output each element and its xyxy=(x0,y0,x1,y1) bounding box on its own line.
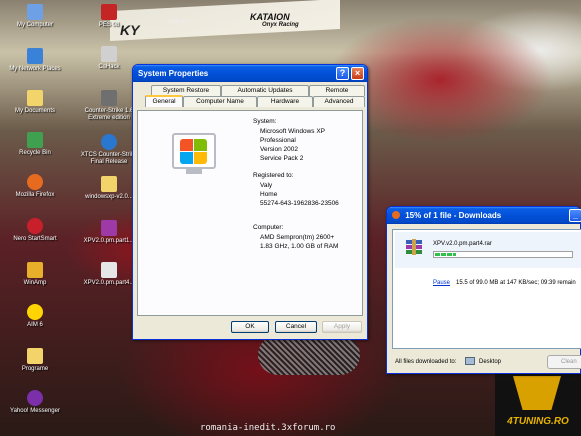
logo-green-icon xyxy=(194,139,207,151)
firefox-icon xyxy=(27,174,43,190)
window-title: System Properties xyxy=(138,69,209,78)
computer-line-1: AMD Sempron(tm) 2600+ xyxy=(260,234,335,241)
tab-general[interactable]: General xyxy=(145,95,183,107)
desktop-icon-rar-part1[interactable]: XPV2.0.pm.part1... xyxy=(78,220,140,245)
desktop-icon-aim[interactable]: AIM 6 xyxy=(4,304,66,329)
clean-up-label: Clean xyxy=(561,359,577,365)
pause-download-link[interactable]: Pause xyxy=(433,280,450,286)
folder-icon xyxy=(27,348,43,364)
minimize-button[interactable]: _ xyxy=(569,209,581,222)
nero-icon xyxy=(27,218,43,234)
cs-icon xyxy=(101,90,117,106)
rar-icon xyxy=(405,238,423,256)
desktop-icon-nero[interactable]: Nero StartSmart xyxy=(4,218,66,243)
desktop-icon-recycle-bin[interactable]: Recycle Bin xyxy=(4,132,66,157)
car-grille xyxy=(258,335,360,375)
wallpaper-torrente: torente xyxy=(168,18,189,25)
windows-xp-logo-icon xyxy=(172,133,216,174)
aim-icon xyxy=(27,304,43,320)
list-item[interactable]: XPV.v2.0.pm.part4.rar Ca xyxy=(395,232,581,268)
registered-heading: Registered to: xyxy=(253,172,294,179)
firefox-icon xyxy=(392,211,400,219)
desktop-icon-network[interactable]: My Network Places xyxy=(4,48,66,73)
tabs-bottom-row: General Computer Name Hardware Advanced xyxy=(137,95,365,107)
cancel-button[interactable]: Cancel xyxy=(275,321,317,333)
computer-line-2: 1.83 GHz, 1.00 GB of RAM xyxy=(260,243,339,250)
system-line-2: Professional xyxy=(260,137,296,144)
cshack-icon xyxy=(101,46,117,62)
download-filename: XPV.v2.0.pm.part4.rar xyxy=(433,241,492,247)
rar-icon xyxy=(101,220,117,236)
desktop-icon-programe[interactable]: Programe xyxy=(4,348,66,373)
logo-blue-icon xyxy=(180,152,193,164)
apply-button[interactable]: Apply xyxy=(322,321,362,333)
desktop-icon-counter-strike[interactable]: Counter-Strike 1.6 Extreme edition xyxy=(78,90,140,122)
wallpaper-brand-sub: Onyx Racing xyxy=(262,22,299,28)
logo-red-icon xyxy=(180,139,193,151)
system-line-3: Version 2002 xyxy=(260,146,298,153)
system-heading: System: xyxy=(253,118,277,125)
network-icon xyxy=(27,48,43,64)
downloads-window: 15% of 1 file - Downloads _ XPV.v2.0.pm.… xyxy=(386,206,581,374)
tab-automatic-updates[interactable]: Automatic Updates xyxy=(221,85,309,96)
desktop-icon-cshack[interactable]: CsHack xyxy=(78,46,140,71)
tab-computer-name[interactable]: Computer Name xyxy=(183,96,257,107)
system-properties-window: System Properties ? × System Restore Aut… xyxy=(132,64,368,340)
watermark-url: romania-inedit.3xforum.ro xyxy=(200,423,336,433)
download-status: 15.5 of 99.0 MB at 147 KB/sec; 09:39 rem… xyxy=(456,280,576,286)
download-folder-name[interactable]: Desktop xyxy=(479,359,501,365)
registered-line-2: Home xyxy=(260,191,278,198)
desktop-icon-winamp[interactable]: WinAmp xyxy=(4,262,66,287)
my-computer-icon xyxy=(27,4,43,20)
download-progress-fill xyxy=(435,253,456,256)
desktop-icon-my-computer[interactable]: My Computer xyxy=(4,4,66,29)
desktop-icon-yahoo[interactable]: Yahoo! Messenger xyxy=(4,390,66,415)
registered-line-1: Valy xyxy=(260,182,273,189)
desktop-icon-rar-part4[interactable]: XPV2.0.pm.part4... xyxy=(78,262,140,287)
winamp-icon xyxy=(27,262,43,278)
computer-heading: Computer: xyxy=(253,224,284,231)
downloads-title: 15% of 1 file - Downloads xyxy=(405,211,502,220)
desktop-icon-xtcs[interactable]: XTCS Counter-Strike Final Release xyxy=(78,134,140,166)
tab-advanced[interactable]: Advanced xyxy=(313,96,365,107)
downloads-list: XPV.v2.0.pm.part4.rar Ca Pause 15.5 of 9… xyxy=(392,229,581,349)
system-line-1: Microsoft Windows XP xyxy=(260,128,326,135)
logo-yellow-icon xyxy=(194,152,207,164)
monitor-stand xyxy=(186,169,202,174)
download-folder-label: All files downloaded to: xyxy=(395,359,457,365)
recycle-bin-icon xyxy=(27,132,43,148)
desktop-folder-icon xyxy=(465,357,475,365)
clean-up-button[interactable]: Clean xyxy=(547,355,581,369)
desktop-icon-documents[interactable]: My Documents xyxy=(4,90,66,115)
download-progress-bar xyxy=(433,251,573,258)
registered-line-3: 55274-643-1962836-23506 xyxy=(260,200,339,207)
document-icon xyxy=(101,262,117,278)
wallpaper-brand: KATAION xyxy=(250,12,290,22)
yahoo-icon xyxy=(27,390,43,406)
general-panel: System: Microsoft Windows XP Professiona… xyxy=(137,110,363,316)
pes-icon xyxy=(101,4,117,20)
help-button[interactable]: ? xyxy=(336,67,349,80)
system-properties-titlebar[interactable]: System Properties ? × xyxy=(133,65,367,82)
xtcs-icon xyxy=(101,134,117,150)
close-button[interactable]: × xyxy=(351,67,364,80)
system-line-4: Service Pack 2 xyxy=(260,155,304,162)
logo-text: 4TUNING.RO xyxy=(507,416,569,427)
tuning-logo: 4TUNING.RO xyxy=(495,372,581,436)
logo-shield-icon xyxy=(513,376,561,410)
desktop-icon-firefox[interactable]: Mozilla Firefox xyxy=(4,174,66,199)
tab-remote[interactable]: Remote xyxy=(309,85,365,96)
documents-icon xyxy=(27,90,43,106)
folder-icon xyxy=(101,176,117,192)
desktop-icon-pes[interactable]: PES 08 xyxy=(78,4,140,29)
desktop-icon-windowsxp-folder[interactable]: windowsxp-v2.0... xyxy=(78,176,140,201)
downloads-titlebar[interactable]: 15% of 1 file - Downloads _ xyxy=(387,207,581,224)
tab-hardware[interactable]: Hardware xyxy=(257,96,313,107)
ok-button[interactable]: OK xyxy=(231,321,269,333)
